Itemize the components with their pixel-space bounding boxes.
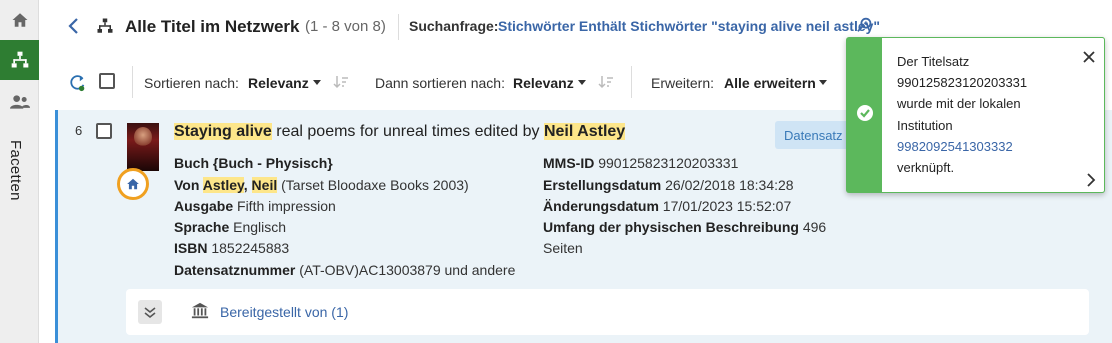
users-nav-button[interactable] bbox=[0, 82, 39, 122]
title-highlight: Staying alive bbox=[174, 123, 272, 140]
home-nav-button[interactable] bbox=[0, 0, 39, 40]
facets-toggle[interactable]: Facetten bbox=[7, 140, 24, 201]
refresh-button[interactable] bbox=[69, 73, 87, 96]
sort-direction-button[interactable] bbox=[333, 74, 349, 93]
toast-text: verknüpft. bbox=[897, 160, 955, 175]
header-divider bbox=[398, 14, 399, 40]
network-nav-button[interactable] bbox=[0, 40, 39, 80]
toast-text: Institution bbox=[897, 118, 953, 133]
record-isbn: ISBN 1852245883 bbox=[174, 240, 290, 256]
select-all-checkbox[interactable] bbox=[99, 73, 115, 89]
chevron-left-icon bbox=[68, 18, 78, 34]
double-chevron-down-icon bbox=[144, 307, 156, 319]
search-edit-icon bbox=[857, 17, 872, 32]
users-icon bbox=[9, 95, 30, 109]
back-button[interactable] bbox=[66, 16, 82, 39]
availability-link[interactable]: Bereitgestellt von (1) bbox=[220, 304, 348, 320]
chevron-right-icon bbox=[1087, 173, 1096, 187]
close-icon bbox=[1083, 51, 1095, 63]
left-rail: Facetten bbox=[0, 0, 39, 343]
record-title[interactable]: Staying alive real poems for unreal time… bbox=[174, 123, 626, 141]
record-created: Erstellungsdatum 26/02/2018 18:34:28 bbox=[543, 177, 794, 193]
sort-label: Sortieren nach: bbox=[144, 75, 239, 91]
record-checkbox[interactable] bbox=[96, 123, 112, 139]
toast-text: wurde mit der lokalen bbox=[897, 96, 1021, 111]
record-number-field: Datensatznummer (AT-OBV)AC13003879 und a… bbox=[174, 262, 516, 278]
toast-close-button[interactable] bbox=[1082, 50, 1096, 67]
toast-institution-link[interactable]: 9982092541303332 bbox=[897, 139, 1013, 154]
toast-text: 990125823120203331 bbox=[897, 75, 1028, 90]
record-language: Sprache Englisch bbox=[174, 219, 287, 235]
record-extent: Umfang der physischen Beschreibung 496 bbox=[543, 219, 827, 235]
local-institution-badge[interactable] bbox=[117, 168, 149, 200]
record-actions-button[interactable]: Datensatz bbox=[775, 121, 855, 149]
toast-text: Der Titelsatz bbox=[897, 54, 970, 69]
then-sort-select[interactable]: Relevanz bbox=[513, 75, 574, 91]
record-edition: Ausgabe Fifth impression bbox=[174, 198, 336, 214]
expand-caret-icon[interactable] bbox=[819, 80, 827, 85]
query-label: Suchanfrage: bbox=[409, 18, 499, 34]
sort-caret-icon[interactable] bbox=[313, 80, 321, 85]
home-icon bbox=[12, 13, 27, 27]
sort-descending-icon bbox=[598, 76, 613, 89]
title-highlight: Neil Astley bbox=[543, 123, 626, 140]
sort-descending-icon bbox=[333, 76, 348, 89]
record-modified: Änderungsdatum 17/01/2023 15:52:07 bbox=[543, 198, 792, 214]
check-circle-icon bbox=[856, 104, 874, 125]
network-hierarchy-icon bbox=[11, 51, 28, 68]
home-icon bbox=[127, 178, 139, 190]
edit-search-button[interactable] bbox=[856, 16, 874, 37]
record-number: 6 bbox=[75, 123, 83, 138]
record-author: Von Astley, Neil (Tarset Bloodaxe Books … bbox=[174, 177, 469, 193]
title-text: real poems for unreal times edited by bbox=[271, 123, 544, 140]
record-extent-unit: Seiten bbox=[543, 240, 583, 256]
then-sort-label: Dann sortieren nach: bbox=[375, 75, 505, 91]
page-title: Alle Titel im Netzwerk bbox=[125, 17, 300, 36]
record-type: Buch {Buch - Physisch} bbox=[174, 155, 333, 171]
network-title-icon bbox=[96, 17, 114, 38]
toast-next-button[interactable] bbox=[1086, 172, 1096, 191]
refresh-icon bbox=[70, 75, 85, 92]
then-sort-caret-icon[interactable] bbox=[578, 80, 586, 85]
expand-availability-button[interactable] bbox=[138, 300, 162, 324]
institution-icon bbox=[191, 302, 209, 323]
then-sort-direction-button[interactable] bbox=[598, 74, 614, 93]
toolbar-divider bbox=[631, 66, 632, 98]
result-count: (1 - 8 von 8) bbox=[305, 18, 386, 35]
expand-label: Erweitern: bbox=[651, 75, 715, 91]
record-mms-id: MMS-ID 990125823120203331 bbox=[543, 155, 739, 171]
cover-image-detail bbox=[134, 127, 152, 147]
toolbar-divider bbox=[132, 66, 133, 98]
query-link[interactable]: Stichwörter Enthält Stichwörter "staying… bbox=[498, 18, 880, 34]
expand-select[interactable]: Alle erweitern bbox=[724, 75, 816, 91]
sort-select[interactable]: Relevanz bbox=[248, 75, 309, 91]
